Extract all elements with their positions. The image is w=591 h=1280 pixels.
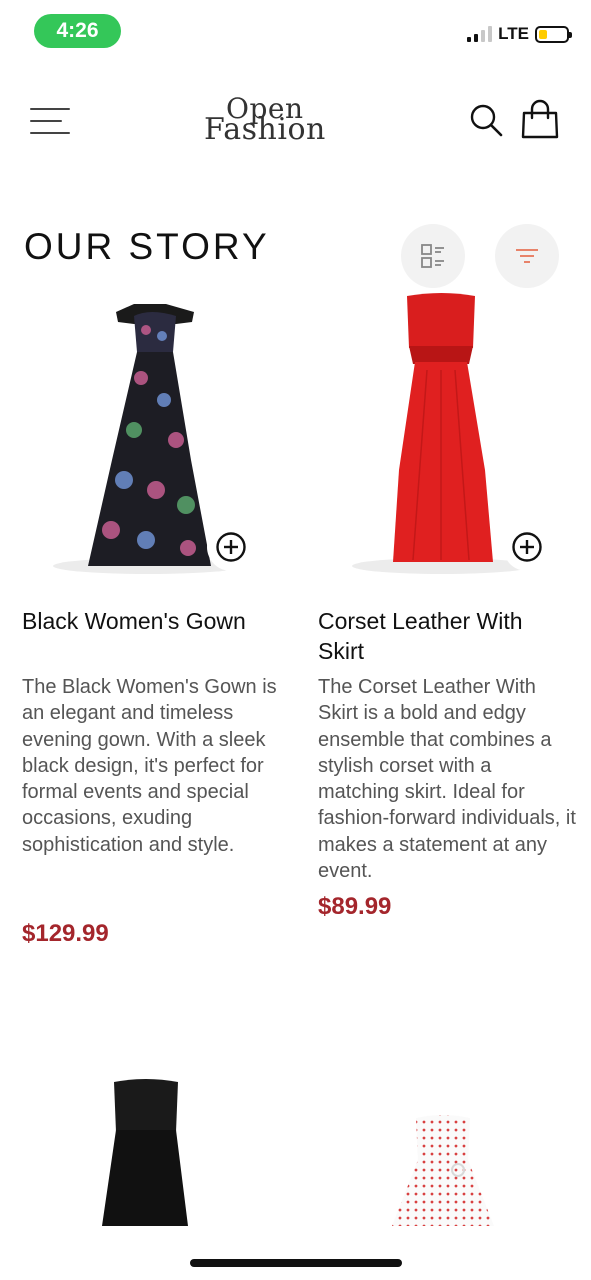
status-time: 4:26 (34, 14, 121, 48)
logo[interactable]: Open Fashion (200, 92, 340, 152)
network-label: LTE (498, 24, 529, 43)
product-description-2: The Corset Leather With Skirt is a bold … (318, 676, 576, 883)
search-button[interactable] (468, 102, 504, 138)
page-title: OUR STORY (24, 226, 270, 267)
home-indicator[interactable] (190, 1259, 402, 1267)
battery-icon (535, 25, 572, 43)
product-price-2: $89.99 (318, 893, 392, 920)
menu-button[interactable] (30, 108, 70, 134)
shopping-bag-icon (521, 99, 559, 139)
product-description-1: The Black Women's Gown is an elegant and… (22, 676, 277, 856)
status-indicators: LTE (467, 24, 572, 44)
add-to-cart-button-2[interactable] (503, 523, 551, 571)
search-icon (470, 104, 503, 137)
layout-toggle-button[interactable] (401, 224, 465, 288)
list-layout-icon (421, 244, 444, 268)
add-to-cart-button-1[interactable] (207, 523, 255, 571)
product-image-black-dress[interactable] (90, 1076, 200, 1226)
filter-icon (516, 249, 538, 263)
product-name-1[interactable]: Black Women's Gown (22, 606, 262, 636)
signal-icon (467, 26, 493, 42)
product-name-2[interactable]: Corset Leather With Skirt (318, 606, 568, 666)
cart-button[interactable] (519, 98, 561, 140)
logo-line2: Fashion (204, 112, 326, 147)
product-image-polka-dress[interactable] (388, 1110, 498, 1226)
plus-circle-icon (512, 532, 542, 562)
plus-circle-icon (216, 532, 246, 562)
filter-button[interactable] (495, 224, 559, 288)
product-price-1: $129.99 (22, 920, 109, 947)
menu-icon (30, 108, 70, 110)
